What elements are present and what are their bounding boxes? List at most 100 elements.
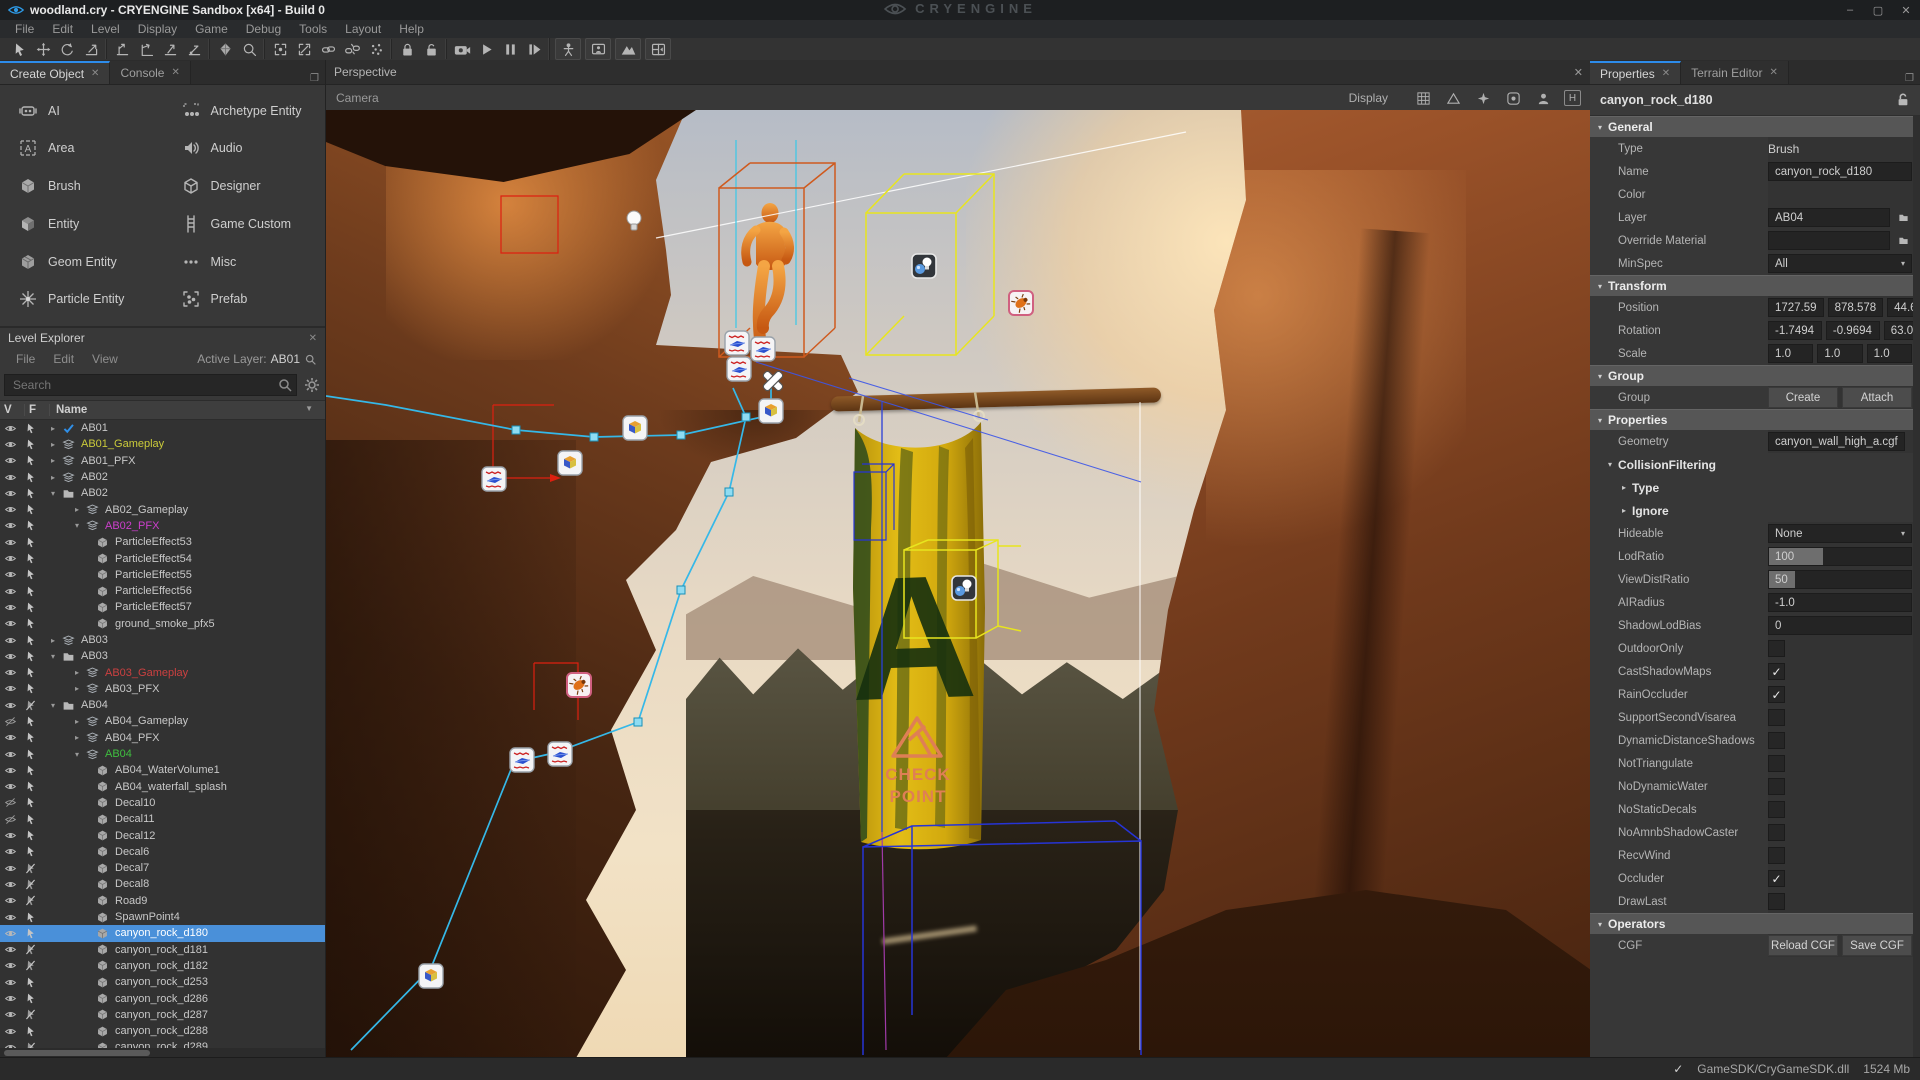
pause-icon[interactable] xyxy=(498,39,522,59)
create-item-audio[interactable]: Audio xyxy=(163,133,326,163)
eye-icon[interactable] xyxy=(0,487,20,500)
prop-input[interactable]: -1.0 xyxy=(1768,593,1912,612)
eye-slash-icon[interactable] xyxy=(0,813,20,826)
close-icon[interactable]: ✕ xyxy=(1662,68,1670,79)
eye-icon[interactable] xyxy=(0,552,20,565)
lock-selection-icon[interactable] xyxy=(395,39,419,59)
viewport-3d-scene[interactable]: A CHECK POINT xyxy=(326,110,1591,1058)
prop-checkbox[interactable] xyxy=(1768,801,1785,818)
pick-disabled-icon[interactable] xyxy=(20,894,40,907)
tree-row-Decal8[interactable]: Decal8 xyxy=(0,876,325,892)
entity-cube-marker[interactable] xyxy=(557,450,583,476)
eye-icon[interactable] xyxy=(0,829,20,842)
step-forward-icon[interactable] xyxy=(522,39,546,59)
subsection-title[interactable]: CollisionFiltering xyxy=(1618,458,1716,472)
prefab-marker[interactable] xyxy=(509,747,535,773)
prop-checkbox[interactable] xyxy=(1768,732,1785,749)
select-area-icon[interactable] xyxy=(268,39,292,59)
menu-tools[interactable]: Tools xyxy=(290,22,336,36)
rotate-icon[interactable] xyxy=(55,39,79,59)
entity-cube-marker[interactable] xyxy=(758,398,784,424)
eye-icon[interactable] xyxy=(0,862,20,875)
menu-help[interactable]: Help xyxy=(390,22,433,36)
create-item-designer[interactable]: Designer xyxy=(163,171,326,201)
expander-icon[interactable]: ▾ xyxy=(46,489,60,498)
tree-row-AB03[interactable]: ▸AB03 xyxy=(0,632,325,648)
bug-entity-marker[interactable] xyxy=(566,672,592,698)
create-item-area[interactable]: AArea xyxy=(0,133,163,163)
eye-icon[interactable] xyxy=(0,959,20,972)
menu-file[interactable]: File xyxy=(6,22,43,36)
props-tab-properties[interactable]: Properties✕ xyxy=(1590,61,1681,84)
create-item-ai[interactable]: AI xyxy=(0,96,163,126)
tree-row-AB03_Gameplay[interactable]: ▸AB03_Gameplay xyxy=(0,664,325,680)
pick-icon[interactable] xyxy=(20,845,40,858)
folder-icon[interactable] xyxy=(1894,233,1912,249)
pivot-icon[interactable] xyxy=(1474,89,1492,107)
tree-row-ParticleEffect53[interactable]: ParticleEffect53 xyxy=(0,534,325,550)
pick-material-icon[interactable] xyxy=(364,39,388,59)
tree-row-canyon_rock_d182[interactable]: canyon_rock_d182 xyxy=(0,958,325,974)
grid-icon[interactable] xyxy=(1414,89,1432,107)
section-properties[interactable]: ▾Properties xyxy=(1590,409,1920,430)
tree-row-ParticleEffect55[interactable]: ParticleEffect55 xyxy=(0,567,325,583)
eye-icon[interactable] xyxy=(0,878,20,891)
expander-icon[interactable]: ▸ xyxy=(70,668,84,677)
avatar-icon[interactable] xyxy=(1534,89,1552,107)
tree-row-AB02_Gameplay[interactable]: ▸AB02_Gameplay xyxy=(0,501,325,517)
forbidden-area-marker[interactable] xyxy=(758,366,788,396)
prop-checkbox[interactable]: ✓ xyxy=(1768,663,1785,680)
eye-icon[interactable] xyxy=(0,634,20,647)
section-group[interactable]: ▾Group xyxy=(1590,365,1920,386)
prop-input[interactable]: canyon_wall_high_a.cgf xyxy=(1768,432,1905,451)
tree-row-AB01_PFX[interactable]: ▸AB01_PFX xyxy=(0,453,325,469)
prop-checkbox[interactable] xyxy=(1768,640,1785,657)
eye-icon[interactable] xyxy=(0,780,20,793)
explorer-menu-file[interactable]: File xyxy=(8,352,43,366)
camera-menu[interactable]: Camera xyxy=(336,91,379,105)
eye-icon[interactable] xyxy=(0,943,20,956)
prefab-marker[interactable] xyxy=(481,466,507,492)
display-menu[interactable]: Display xyxy=(1349,91,1388,105)
prefab-marker[interactable] xyxy=(547,741,573,767)
pick-disabled-icon[interactable] xyxy=(20,699,40,712)
pick-icon[interactable] xyxy=(20,422,40,435)
prefab-marker[interactable] xyxy=(750,336,776,362)
eye-icon[interactable] xyxy=(0,422,20,435)
create-item-prefab[interactable]: Prefab xyxy=(163,284,326,314)
create-item-misc[interactable]: Misc xyxy=(163,247,326,277)
vector-input[interactable]: -0.9694 xyxy=(1826,321,1880,340)
play-icon[interactable] xyxy=(474,39,498,59)
expander-icon[interactable]: ▸ xyxy=(70,505,84,514)
vertical-scrollbar[interactable] xyxy=(1913,116,1920,1058)
eye-icon[interactable] xyxy=(0,585,20,598)
reload-cgf-button[interactable]: Reload CGF xyxy=(1768,935,1838,956)
pick-icon[interactable] xyxy=(20,764,40,777)
explorer-menu-edit[interactable]: Edit xyxy=(45,352,82,366)
pick-icon[interactable] xyxy=(20,1025,40,1038)
eye-icon[interactable] xyxy=(0,454,20,467)
pick-icon[interactable] xyxy=(20,829,40,842)
pick-icon[interactable] xyxy=(20,519,40,532)
prop-checkbox[interactable] xyxy=(1768,824,1785,841)
float-panel-icon[interactable]: ❐ xyxy=(1899,73,1920,84)
light-bulb-marker[interactable] xyxy=(621,208,647,234)
prop-dropdown[interactable]: All▾ xyxy=(1768,254,1912,273)
entity-cube-marker[interactable] xyxy=(418,963,444,989)
pick-icon[interactable] xyxy=(20,552,40,565)
deselect-area-icon[interactable] xyxy=(292,39,316,59)
expander-icon[interactable]: ▸ xyxy=(70,733,84,742)
subsection-title[interactable]: Type xyxy=(1632,481,1659,495)
tree-row-canyon_rock_d288[interactable]: canyon_rock_d288 xyxy=(0,1023,325,1039)
column-name[interactable]: Name xyxy=(56,404,87,416)
search-input[interactable] xyxy=(4,374,297,396)
eye-icon[interactable] xyxy=(0,845,20,858)
unlock-selection-icon[interactable] xyxy=(419,39,443,59)
viewport-tab-label[interactable]: Perspective xyxy=(334,65,397,79)
eye-icon[interactable] xyxy=(0,731,20,744)
prop-checkbox[interactable] xyxy=(1768,847,1785,864)
tree-row-AB01[interactable]: ▸AB01 xyxy=(0,420,325,436)
tree-row-canyon_rock_d287[interactable]: canyon_rock_d287 xyxy=(0,1007,325,1023)
tree-row-canyon_rock_d180[interactable]: canyon_rock_d180 xyxy=(0,925,325,941)
tree-row-SpawnPoint4[interactable]: SpawnPoint4 xyxy=(0,909,325,925)
